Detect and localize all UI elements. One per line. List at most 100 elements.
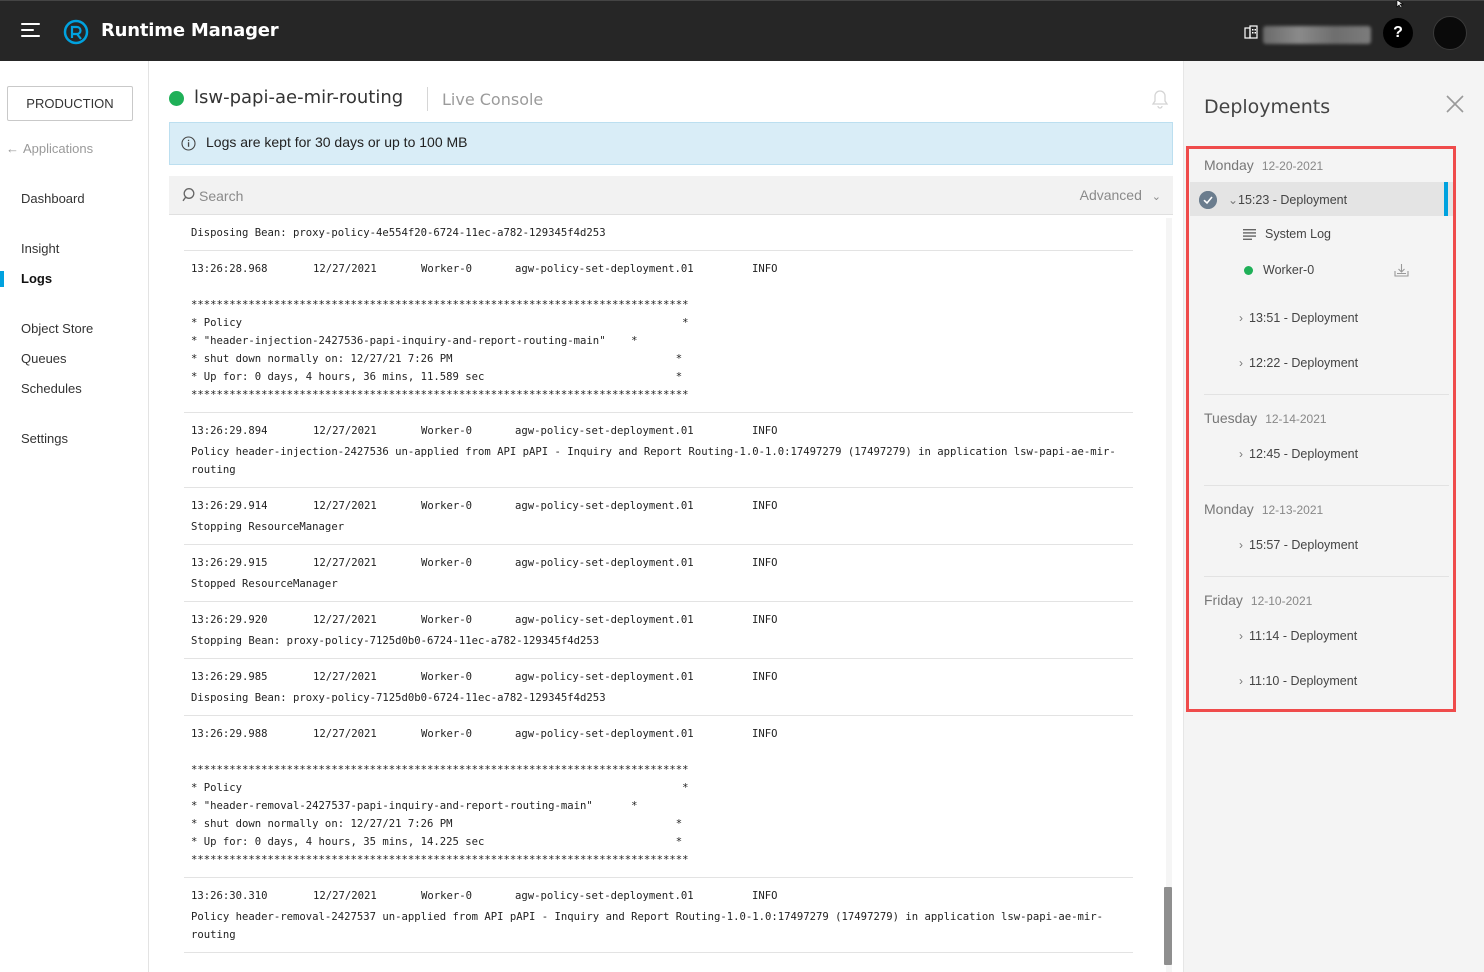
search-input[interactable]	[199, 184, 999, 208]
log-time: 13:26:28.968	[191, 263, 268, 275]
nav-item-insight[interactable]: Insight	[21, 241, 59, 256]
nav-item-object-store[interactable]: Object Store	[21, 321, 93, 336]
log-time: 13:26:29.985	[191, 671, 268, 683]
log-level: INFO	[752, 728, 778, 740]
log-message: Stopped ResourceManager	[191, 578, 338, 590]
log-category: agw-policy-set-deployment.01	[515, 890, 694, 902]
chevron-down-icon: ⌄	[1151, 191, 1161, 203]
runtime-manager-logo-icon	[63, 19, 89, 45]
log-entry: 13:26:29.894 12/27/2021 Worker-0 agw-policy…	[184, 413, 1133, 488]
log-message: Disposing Bean: proxy-policy-4e554f20-67…	[191, 227, 606, 239]
info-banner-text: Logs are kept for 30 days or up to 100 M…	[206, 134, 468, 150]
deployments-title: Deployments	[1204, 96, 1331, 118]
log-level: INFO	[752, 557, 778, 569]
help-button[interactable]: ?	[1383, 18, 1413, 48]
log-worker: Worker-0	[421, 671, 473, 683]
log-worker: Worker-0	[421, 500, 473, 512]
log-entry-header: 13:26:29.894 12/27/2021 Worker-0 agw-policy…	[191, 422, 1133, 440]
log-list: Disposing Bean: proxy-policy-4e554f20-67…	[169, 215, 1149, 953]
nav-item-logs[interactable]: Logs	[21, 271, 52, 286]
nav-item-dashboard[interactable]: Dashboard	[21, 191, 85, 206]
log-message: Stopping Bean: proxy-policy-7125d0b0-672…	[191, 635, 600, 647]
log-entry: 13:26:29.985 12/27/2021 Worker-0 agw-policy…	[184, 659, 1133, 716]
log-category: agw-policy-set-deployment.01	[515, 557, 694, 569]
application-name: lsw-papi-ae-mir-routing	[194, 87, 404, 108]
log-worker: Worker-0	[421, 890, 473, 902]
log-level: INFO	[752, 890, 778, 902]
log-entry: 13:26:29.988 12/27/2021 Worker-0 agw-policy…	[184, 716, 1133, 878]
app-title: Runtime Manager	[101, 20, 279, 41]
log-category: agw-policy-set-deployment.01	[515, 500, 694, 512]
nav-item-settings[interactable]: Settings	[21, 431, 68, 446]
environment-switcher-button[interactable]: PRODUCTION	[7, 86, 133, 121]
log-entry-header: 13:26:30.310 12/27/2021 Worker-0 agw-policy…	[191, 887, 1133, 905]
close-icon[interactable]	[1445, 94, 1465, 114]
log-level: INFO	[752, 671, 778, 683]
log-category: agw-policy-set-deployment.01	[515, 425, 694, 437]
user-avatar[interactable]	[1433, 16, 1467, 50]
log-message: Stopping ResourceManager	[191, 521, 345, 533]
organization-name-redacted[interactable]	[1263, 26, 1371, 44]
log-retention-info-banner: Logs are kept for 30 days or up to 100 M…	[169, 122, 1173, 165]
log-search-bar: Advanced ⌄	[169, 176, 1173, 215]
live-console-label: Live Console	[442, 90, 544, 109]
nav-active-indicator	[0, 271, 4, 287]
log-date: 12/27/2021	[313, 671, 377, 683]
log-entry-header: 13:26:29.915 12/27/2021 Worker-0 agw-policy…	[191, 554, 1133, 572]
nav-item-queues[interactable]: Queues	[21, 351, 67, 366]
log-time: 13:26:29.894	[191, 425, 268, 437]
log-message: ****************************************…	[191, 764, 689, 866]
log-console[interactable]: Disposing Bean: proxy-policy-4e554f20-67…	[169, 215, 1173, 972]
log-time: 13:26:30.310	[191, 890, 268, 902]
log-message: Policy header-injection-2427536 un-appli…	[191, 446, 1116, 476]
log-category: agw-policy-set-deployment.01	[515, 671, 694, 683]
log-entry: 13:26:29.920 12/27/2021 Worker-0 agw-policy…	[184, 602, 1133, 659]
log-message: Policy header-removal-2427537 un-applied…	[191, 911, 1104, 941]
log-category: agw-policy-set-deployment.01	[515, 614, 694, 626]
top-bar: Runtime Manager ?	[0, 0, 1484, 61]
log-worker: Worker-0	[421, 557, 473, 569]
advanced-search-dropdown[interactable]: Advanced ⌄	[1080, 187, 1161, 203]
log-entry-header: 13:26:28.968 12/27/2021 Worker-0 agw-policy…	[191, 260, 1133, 278]
info-icon	[181, 136, 196, 151]
advanced-label: Advanced	[1079, 187, 1142, 203]
log-time: 13:26:29.914	[191, 500, 268, 512]
organization-icon[interactable]	[1244, 25, 1258, 39]
log-level: INFO	[752, 425, 778, 437]
bell-icon[interactable]	[1150, 89, 1170, 109]
mouse-cursor-icon	[1396, 0, 1404, 8]
log-entry-header: 13:26:29.988 12/27/2021 Worker-0 agw-policy…	[191, 725, 1133, 743]
log-date: 12/27/2021	[313, 614, 377, 626]
log-time: 13:26:29.988	[191, 728, 268, 740]
log-scrollbar-track[interactable]	[1166, 218, 1172, 972]
log-level: INFO	[752, 263, 778, 275]
arrow-left-icon: ←	[6, 141, 19, 156]
log-time: 13:26:29.920	[191, 614, 268, 626]
log-level: INFO	[752, 500, 778, 512]
log-worker: Worker-0	[421, 728, 473, 740]
log-message: Disposing Bean: proxy-policy-7125d0b0-67…	[191, 692, 606, 704]
log-worker: Worker-0	[421, 425, 473, 437]
log-entry: 13:26:30.310 12/27/2021 Worker-0 agw-policy…	[184, 878, 1133, 953]
search-icon	[182, 188, 195, 202]
log-category: agw-policy-set-deployment.01	[515, 263, 694, 275]
log-entry: 13:26:29.915 12/27/2021 Worker-0 agw-policy…	[184, 545, 1133, 602]
log-entry-partial: Disposing Bean: proxy-policy-4e554f20-67…	[184, 215, 1133, 251]
log-date: 12/27/2021	[313, 890, 377, 902]
log-date: 12/27/2021	[313, 425, 377, 437]
log-scrollbar-thumb[interactable]	[1164, 887, 1172, 965]
log-time: 13:26:29.915	[191, 557, 268, 569]
log-entry-header: 13:26:29.920 12/27/2021 Worker-0 agw-policy…	[191, 611, 1133, 629]
annotation-highlight-box	[1186, 146, 1456, 712]
nav-item-schedules[interactable]: Schedules	[21, 381, 82, 396]
back-link-label: Applications	[23, 141, 94, 156]
log-entry-header: 13:26:29.985 12/27/2021 Worker-0 agw-policy…	[191, 668, 1133, 686]
hamburger-menu-icon[interactable]	[21, 23, 40, 39]
back-to-applications-link[interactable]: ← Applications	[6, 141, 93, 156]
log-date: 12/27/2021	[313, 263, 377, 275]
log-message: ****************************************…	[191, 299, 689, 401]
log-entry: 13:26:29.914 12/27/2021 Worker-0 agw-policy…	[184, 488, 1133, 545]
log-category: agw-policy-set-deployment.01	[515, 728, 694, 740]
app-status-indicator	[169, 91, 184, 106]
log-worker: Worker-0	[421, 614, 473, 626]
